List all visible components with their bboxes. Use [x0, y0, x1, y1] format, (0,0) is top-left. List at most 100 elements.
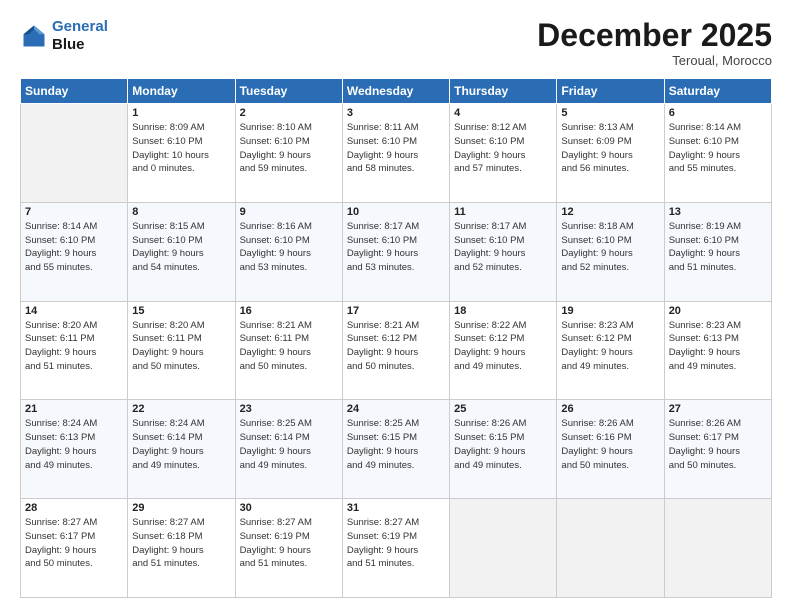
- calendar-cell: 8Sunrise: 8:15 AMSunset: 6:10 PMDaylight…: [128, 202, 235, 301]
- day-number: 4: [454, 107, 552, 119]
- day-number: 2: [240, 107, 338, 119]
- day-number: 13: [669, 206, 767, 218]
- page: General Blue December 2025 Teroual, Moro…: [0, 0, 792, 612]
- header: General Blue December 2025 Teroual, Moro…: [20, 18, 772, 68]
- calendar-cell: 6 Sunrise: 8:14 AMSunset: 6:10 PMDaylight…: [664, 104, 771, 203]
- weekday-header-wednesday: Wednesday: [342, 79, 449, 104]
- calendar-cell: [557, 499, 664, 598]
- calendar-cell: 7 Sunrise: 8:14 AMSunset: 6:10 PMDaylight…: [21, 202, 128, 301]
- day-info: Sunrise: 8:24 AMSunset: 6:14 PMDaylight:…: [132, 417, 230, 472]
- day-info: Sunrise: 8:13 AMSunset: 6:09 PMDaylight:…: [561, 121, 659, 176]
- title-block: December 2025 Teroual, Morocco: [537, 18, 772, 68]
- day-info: Sunrise: 8:25 AMSunset: 6:15 PMDaylight:…: [347, 417, 445, 472]
- calendar-cell: 16Sunrise: 8:21 AMSunset: 6:11 PMDayligh…: [235, 301, 342, 400]
- calendar-cell: 19 Sunrise: 8:23 AMSunset: 6:12 PMDayligh…: [557, 301, 664, 400]
- calendar-cell: 26 Sunrise: 8:26 AMSunset: 6:16 PMDayligh…: [557, 400, 664, 499]
- day-info: Sunrise: 8:22 AMSunset: 6:12 PMDaylight:…: [454, 319, 552, 374]
- weekday-header-friday: Friday: [557, 79, 664, 104]
- day-info: Sunrise: 8:25 AMSunset: 6:14 PMDaylight:…: [240, 417, 338, 472]
- calendar-cell: [664, 499, 771, 598]
- calendar-cell: 1 Sunrise: 8:09 AMSunset: 6:10 PMDaylight…: [128, 104, 235, 203]
- day-info: Sunrise: 8:14 AMSunset: 6:10 PMDaylight:…: [25, 220, 123, 275]
- day-info: Sunrise: 8:21 AMSunset: 6:12 PMDaylight:…: [347, 319, 445, 374]
- day-info: Sunrise: 8:27 AMSunset: 6:19 PMDaylight:…: [240, 516, 338, 571]
- day-info: Sunrise: 8:19 AMSunset: 6:10 PMDaylight:…: [669, 220, 767, 275]
- calendar-cell: 4 Sunrise: 8:12 AMSunset: 6:10 PMDaylight…: [450, 104, 557, 203]
- day-number: 12: [561, 206, 659, 218]
- day-number: 10: [347, 206, 445, 218]
- day-info: Sunrise: 8:20 AMSunset: 6:11 PMDaylight:…: [25, 319, 123, 374]
- day-info: Sunrise: 8:11 AMSunset: 6:10 PMDaylight:…: [347, 121, 445, 176]
- logo: General Blue: [20, 18, 108, 54]
- day-info: Sunrise: 8:26 AMSunset: 6:15 PMDaylight:…: [454, 417, 552, 472]
- day-number: 9: [240, 206, 338, 218]
- calendar-cell: 2 Sunrise: 8:10 AMSunset: 6:10 PMDaylight…: [235, 104, 342, 203]
- day-number: 21: [25, 403, 123, 415]
- calendar-cell: 18 Sunrise: 8:22 AMSunset: 6:12 PMDayligh…: [450, 301, 557, 400]
- day-info: Sunrise: 8:10 AMSunset: 6:10 PMDaylight:…: [240, 121, 338, 176]
- calendar-cell: 15 Sunrise: 8:20 AMSunset: 6:11 PMDayligh…: [128, 301, 235, 400]
- calendar-cell: 22 Sunrise: 8:24 AMSunset: 6:14 PMDayligh…: [128, 400, 235, 499]
- day-number: 8: [132, 206, 230, 218]
- day-number: 28: [25, 502, 123, 514]
- calendar-cell: 24 Sunrise: 8:25 AMSunset: 6:15 PMDayligh…: [342, 400, 449, 499]
- day-info: Sunrise: 8:17 AMSunset: 6:10 PMDaylight:…: [454, 220, 552, 275]
- month-title: December 2025: [537, 18, 772, 53]
- day-number: 17: [347, 305, 445, 317]
- calendar-cell: 13 Sunrise: 8:19 AMSunset: 6:10 PMDayligh…: [664, 202, 771, 301]
- day-number: 20: [669, 305, 767, 317]
- logo-text: General Blue: [52, 18, 108, 54]
- day-info: Sunrise: 8:23 AMSunset: 6:12 PMDaylight:…: [561, 319, 659, 374]
- day-number: 3: [347, 107, 445, 119]
- day-number: 15: [132, 305, 230, 317]
- day-info: Sunrise: 8:27 AMSunset: 6:18 PMDaylight:…: [132, 516, 230, 571]
- calendar-cell: 31 Sunrise: 8:27 AMSunset: 6:19 PMDayligh…: [342, 499, 449, 598]
- day-number: 22: [132, 403, 230, 415]
- day-info: Sunrise: 8:12 AMSunset: 6:10 PMDaylight:…: [454, 121, 552, 176]
- calendar-cell: 17 Sunrise: 8:21 AMSunset: 6:12 PMDayligh…: [342, 301, 449, 400]
- calendar-cell: 23 Sunrise: 8:25 AMSunset: 6:14 PMDayligh…: [235, 400, 342, 499]
- day-number: 18: [454, 305, 552, 317]
- calendar-cell: 3 Sunrise: 8:11 AMSunset: 6:10 PMDaylight…: [342, 104, 449, 203]
- day-info: Sunrise: 8:26 AMSunset: 6:16 PMDaylight:…: [561, 417, 659, 472]
- day-info: Sunrise: 8:24 AMSunset: 6:13 PMDaylight:…: [25, 417, 123, 472]
- day-info: Sunrise: 8:26 AMSunset: 6:17 PMDaylight:…: [669, 417, 767, 472]
- calendar-cell: 14 Sunrise: 8:20 AMSunset: 6:11 PMDayligh…: [21, 301, 128, 400]
- day-number: 16: [240, 305, 338, 317]
- calendar-cell: [450, 499, 557, 598]
- calendar-cell: 21 Sunrise: 8:24 AMSunset: 6:13 PMDayligh…: [21, 400, 128, 499]
- day-number: 1: [132, 107, 230, 119]
- day-number: 25: [454, 403, 552, 415]
- day-info: Sunrise: 8:20 AMSunset: 6:11 PMDaylight:…: [132, 319, 230, 374]
- day-number: 11: [454, 206, 552, 218]
- day-number: 14: [25, 305, 123, 317]
- day-info: Sunrise: 8:14 AMSunset: 6:10 PMDaylight:…: [669, 121, 767, 176]
- day-number: 5: [561, 107, 659, 119]
- calendar-cell: 11 Sunrise: 8:17 AMSunset: 6:10 PMDayligh…: [450, 202, 557, 301]
- day-number: 7: [25, 206, 123, 218]
- day-number: 6: [669, 107, 767, 119]
- day-info: Sunrise: 8:17 AMSunset: 6:10 PMDaylight:…: [347, 220, 445, 275]
- day-number: 23: [240, 403, 338, 415]
- day-info: Sunrise: 8:27 AMSunset: 6:17 PMDaylight:…: [25, 516, 123, 571]
- day-number: 31: [347, 502, 445, 514]
- calendar-cell: 5 Sunrise: 8:13 AMSunset: 6:09 PMDaylight…: [557, 104, 664, 203]
- day-info: Sunrise: 8:23 AMSunset: 6:13 PMDaylight:…: [669, 319, 767, 374]
- day-number: 30: [240, 502, 338, 514]
- day-number: 29: [132, 502, 230, 514]
- weekday-header-thursday: Thursday: [450, 79, 557, 104]
- day-number: 19: [561, 305, 659, 317]
- calendar-cell: 30 Sunrise: 8:27 AMSunset: 6:19 PMDayligh…: [235, 499, 342, 598]
- calendar-cell: [21, 104, 128, 203]
- weekday-header-saturday: Saturday: [664, 79, 771, 104]
- weekday-header-sunday: Sunday: [21, 79, 128, 104]
- day-info: Sunrise: 8:09 AMSunset: 6:10 PMDaylight:…: [132, 121, 230, 176]
- day-number: 27: [669, 403, 767, 415]
- day-info: Sunrise: 8:18 AMSunset: 6:10 PMDaylight:…: [561, 220, 659, 275]
- day-number: 26: [561, 403, 659, 415]
- calendar-cell: 27 Sunrise: 8:26 AMSunset: 6:17 PMDayligh…: [664, 400, 771, 499]
- calendar-cell: 9Sunrise: 8:16 AMSunset: 6:10 PMDaylight…: [235, 202, 342, 301]
- day-number: 24: [347, 403, 445, 415]
- day-info: Sunrise: 8:27 AMSunset: 6:19 PMDaylight:…: [347, 516, 445, 571]
- calendar-cell: 28 Sunrise: 8:27 AMSunset: 6:17 PMDayligh…: [21, 499, 128, 598]
